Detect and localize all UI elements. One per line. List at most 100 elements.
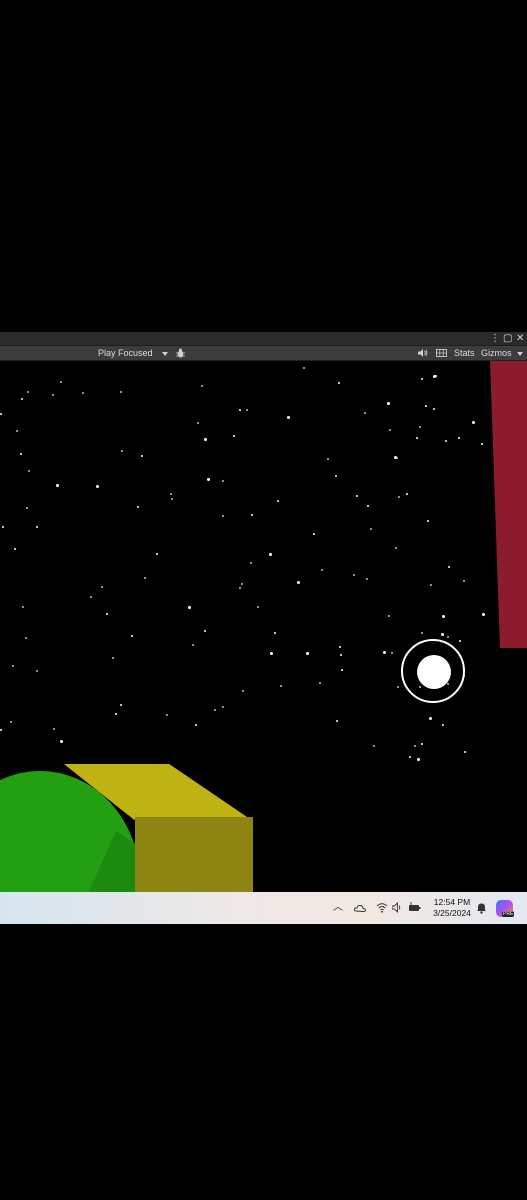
- star: [201, 385, 203, 387]
- star: [447, 636, 449, 638]
- star: [25, 637, 27, 639]
- chevron-down-icon[interactable]: [162, 346, 168, 360]
- star: [398, 496, 400, 498]
- star: [481, 443, 483, 445]
- star: [156, 553, 158, 555]
- game-view-titlebar: ⋮ ▢ ✕: [0, 332, 527, 346]
- star: [52, 394, 54, 396]
- star: [0, 413, 2, 415]
- star: [397, 686, 399, 688]
- star: [442, 615, 445, 618]
- grid-icon[interactable]: [436, 349, 447, 357]
- star: [419, 426, 421, 428]
- star: [10, 721, 12, 723]
- star: [56, 484, 59, 487]
- play-focused-label: Play Focused: [98, 348, 153, 358]
- volume-icon[interactable]: [392, 902, 403, 913]
- star: [373, 745, 375, 747]
- game-view-toolbar: Play Focused Stats Gizmos: [0, 346, 527, 361]
- star: [356, 495, 358, 497]
- yellow-block-front: [135, 817, 253, 892]
- star: [12, 665, 14, 667]
- stats-label: Stats: [454, 348, 475, 358]
- star: [192, 644, 194, 646]
- gizmos-button[interactable]: Gizmos: [481, 346, 512, 360]
- star: [303, 367, 305, 369]
- star: [427, 520, 429, 522]
- star: [353, 574, 355, 576]
- star: [120, 704, 122, 706]
- stats-button[interactable]: Stats: [454, 346, 475, 360]
- star: [121, 450, 123, 452]
- star: [166, 714, 168, 716]
- bug-icon[interactable]: [176, 348, 185, 358]
- star: [433, 408, 435, 410]
- star: [287, 416, 290, 419]
- speaker-icon[interactable]: [418, 349, 428, 357]
- notification-icon[interactable]: [476, 902, 487, 914]
- star: [458, 437, 460, 439]
- star: [366, 578, 368, 580]
- star: [274, 632, 276, 634]
- star: [441, 633, 444, 636]
- star: [115, 713, 117, 715]
- star: [53, 728, 55, 730]
- clock-time: 12:54 PM: [433, 897, 471, 907]
- star: [96, 485, 99, 488]
- star: [421, 743, 423, 745]
- star: [270, 652, 273, 655]
- star: [21, 398, 23, 400]
- star: [463, 580, 465, 582]
- star: [14, 548, 16, 550]
- star: [171, 498, 173, 500]
- star: [421, 378, 423, 380]
- star: [425, 405, 427, 407]
- more-icon[interactable]: ⋮: [490, 332, 500, 345]
- star: [277, 500, 279, 502]
- star: [36, 670, 38, 672]
- star: [472, 421, 475, 424]
- star: [367, 505, 369, 507]
- taskbar-clock[interactable]: 12:54 PM 3/25/2024: [428, 897, 476, 919]
- bottom-black-margin: [0, 924, 527, 1200]
- window-controls: ⋮ ▢ ✕: [490, 332, 524, 345]
- star: [421, 632, 423, 634]
- battery-icon[interactable]: [408, 902, 421, 913]
- star: [341, 669, 343, 671]
- onedrive-icon[interactable]: [354, 903, 366, 913]
- star: [388, 615, 390, 617]
- star: [120, 391, 122, 393]
- star: [406, 493, 408, 495]
- star: [395, 547, 397, 549]
- star: [16, 430, 18, 432]
- wifi-icon[interactable]: [376, 902, 388, 913]
- star: [364, 412, 366, 414]
- gizmos-dropdown-icon[interactable]: [517, 346, 523, 360]
- star: [0, 729, 2, 731]
- chevron-up-icon[interactable]: ︿: [332, 892, 344, 924]
- close-icon[interactable]: ✕: [516, 332, 524, 345]
- star: [409, 756, 411, 758]
- star: [22, 606, 24, 608]
- star: [448, 566, 450, 568]
- star: [106, 613, 108, 615]
- joystick-knob[interactable]: [417, 655, 451, 689]
- game-viewport[interactable]: [0, 361, 527, 892]
- star: [430, 584, 432, 586]
- star: [60, 381, 62, 383]
- star: [60, 740, 63, 743]
- star: [414, 745, 416, 747]
- star: [222, 706, 224, 708]
- star: [144, 577, 146, 579]
- star: [204, 630, 206, 632]
- star: [222, 515, 224, 517]
- star: [233, 435, 235, 437]
- star: [370, 528, 372, 530]
- maximize-icon[interactable]: ▢: [503, 332, 512, 345]
- play-focused-dropdown[interactable]: Play Focused: [98, 346, 153, 360]
- star: [101, 586, 103, 588]
- star: [416, 437, 418, 439]
- star: [26, 507, 28, 509]
- red-pillar: [490, 361, 527, 648]
- star: [442, 724, 444, 726]
